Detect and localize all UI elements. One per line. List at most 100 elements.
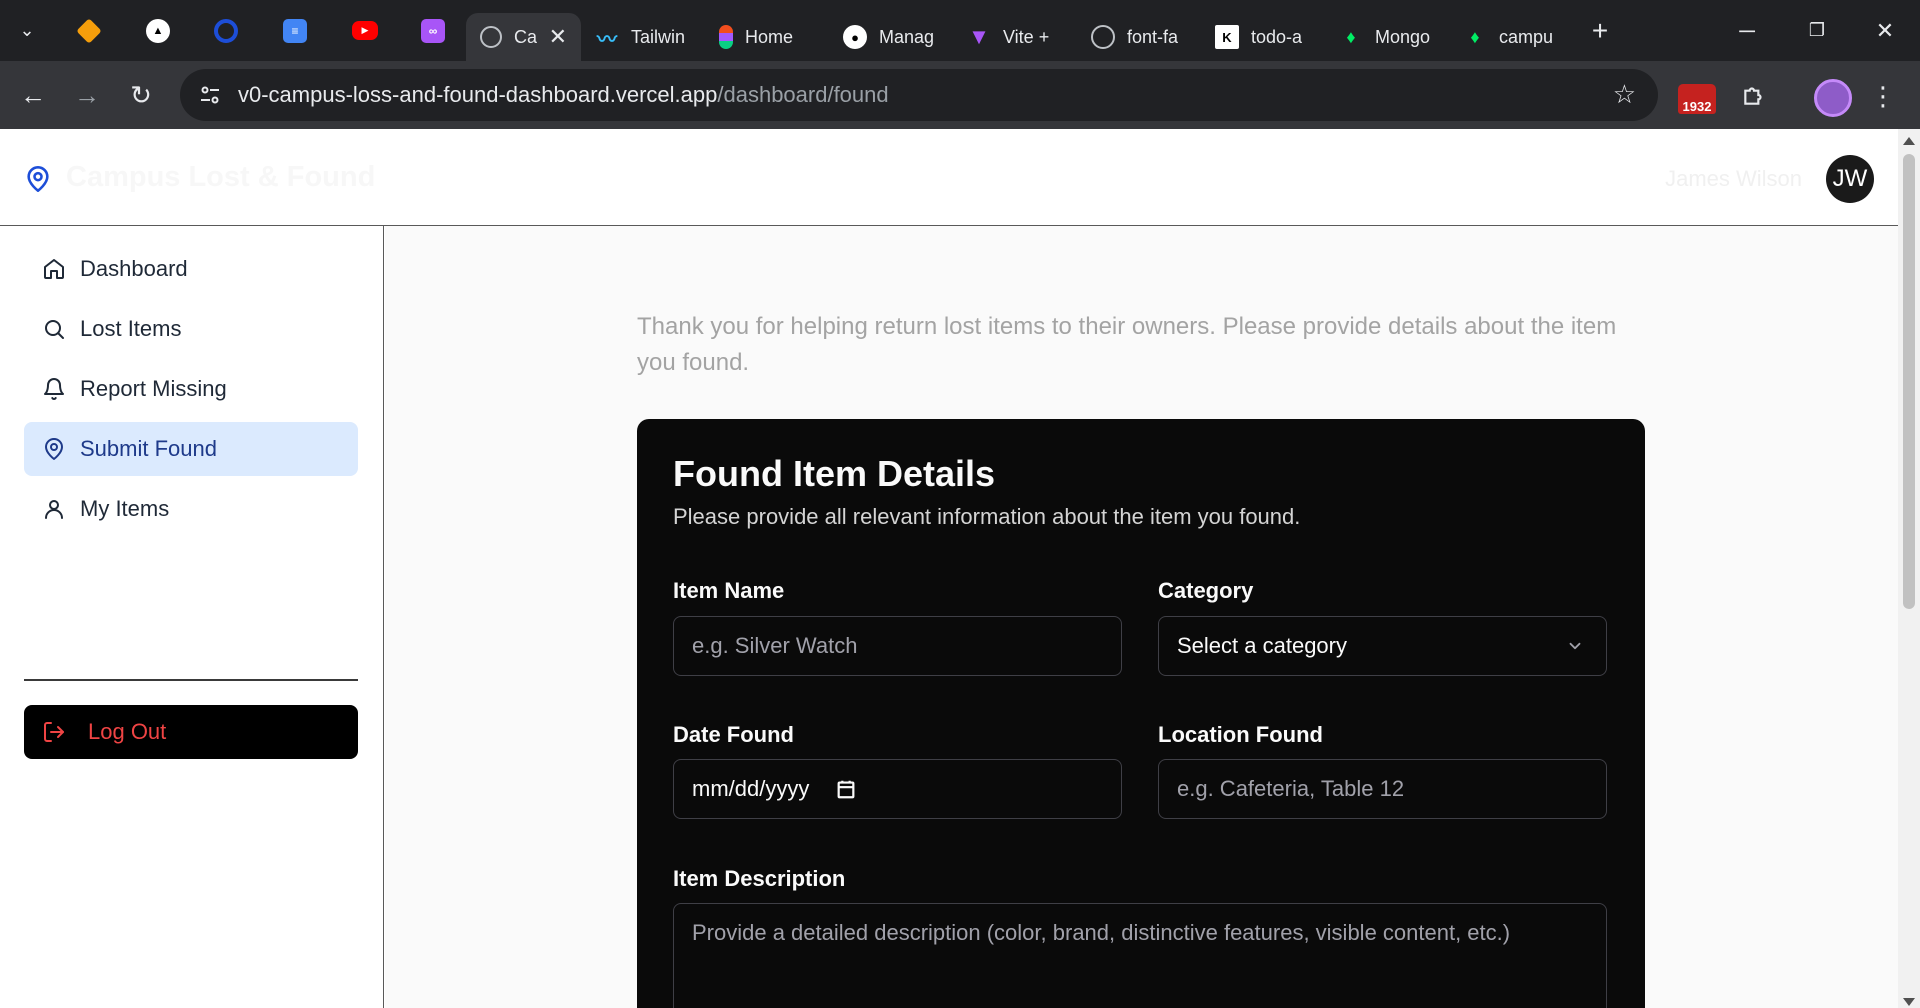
globe-icon	[480, 26, 502, 48]
date-found-label: Date Found	[673, 722, 794, 747]
sidebar-item-label: Lost Items	[80, 316, 182, 341]
address-host: v0-campus-loss-and-found-dashboard.verce…	[238, 82, 718, 107]
triangle-logo-icon: ▲	[146, 18, 170, 43]
google-docs-icon: ≡	[283, 18, 307, 43]
site-info-icon[interactable]	[196, 81, 224, 109]
calendar-icon[interactable]	[835, 778, 857, 800]
youtube-icon: ▶	[352, 21, 378, 40]
date-found-input[interactable]: mm/dd/yyyy	[673, 759, 1122, 819]
main-content: Thank you for helping return lost items …	[385, 226, 1898, 1008]
close-window-icon[interactable]: ✕	[1850, 0, 1920, 61]
pinned-tab[interactable]: ▶	[330, 0, 400, 61]
app-header: Campus Lost & Found James Wilson JW	[0, 129, 1898, 226]
found-item-form-card: Found Item Details Please provide all re…	[637, 419, 1645, 1008]
item-description-placeholder: Provide a detailed description (color, b…	[692, 920, 1511, 945]
mongodb-leaf-icon: ♦	[1346, 26, 1356, 47]
sidebar-item-my-items[interactable]: My Items	[24, 482, 358, 536]
extension-badge-icon[interactable]: 1932	[1674, 75, 1720, 115]
page-viewport: Campus Lost & Found James Wilson JW Dash…	[0, 129, 1898, 1008]
brand-title[interactable]: Campus Lost & Found	[66, 161, 375, 194]
card-title: Found Item Details	[673, 453, 996, 494]
location-found-label: Location Found	[1158, 722, 1323, 747]
pinned-tab[interactable]	[192, 0, 260, 61]
tab-label: campu	[1499, 26, 1554, 47]
sidebar: Dashboard Lost Items Report Missing Subm…	[0, 226, 384, 1008]
sidebar-item-report-missing[interactable]: Report Missing	[24, 362, 358, 416]
minimize-icon[interactable]: ─	[1712, 0, 1782, 61]
back-arrow-icon[interactable]: ←	[6, 68, 60, 122]
address-bar[interactable]: v0-campus-loss-and-found-dashboard.verce…	[180, 69, 1658, 121]
date-found-value: mm/dd/yyyy	[692, 776, 810, 801]
sidebar-item-submit-found[interactable]: Submit Found	[24, 422, 358, 476]
sidebar-item-lost-items[interactable]: Lost Items	[24, 302, 358, 356]
browser-menu-icon[interactable]: ⋮	[1870, 81, 1896, 111]
map-pin-icon	[27, 166, 49, 192]
category-selected-value: Select a category	[1177, 633, 1347, 658]
sidebar-item-label: Report Missing	[80, 376, 227, 401]
tab[interactable]: Ktodo-a	[1201, 13, 1325, 61]
bell-icon	[44, 378, 64, 400]
tab[interactable]: Home	[705, 13, 829, 61]
tab-active[interactable]: Ca ✕	[466, 13, 581, 61]
tab-label: Manag	[879, 26, 935, 47]
browser-tab-strip: ⌄ ▲ ≡ ▶ ∞ Ca ✕ 〰 Tailwin Home ● Manag ▼ Vit…	[0, 0, 1920, 61]
home-icon	[44, 259, 64, 279]
page-scrollbar[interactable]	[1898, 129, 1920, 1008]
tab[interactable]: ● Manag	[829, 13, 953, 61]
profile-avatar-icon[interactable]	[1814, 79, 1852, 117]
close-tab-icon[interactable]: ✕	[549, 24, 567, 50]
logout-icon	[44, 722, 64, 742]
scroll-up-arrow-icon[interactable]	[1903, 137, 1915, 145]
pinned-tab[interactable]: ∞	[400, 0, 466, 61]
figma-icon	[719, 25, 733, 49]
tab[interactable]: 〰 Tailwin	[581, 13, 705, 61]
scroll-down-arrow-icon[interactable]	[1903, 998, 1915, 1006]
user-icon	[45, 500, 63, 519]
tab-label: Vite +	[1003, 26, 1050, 47]
tab[interactable]: ▼ Vite +	[953, 13, 1077, 61]
item-name-input[interactable]: e.g. Silver Watch	[673, 616, 1122, 676]
tab[interactable]: ♦ campu	[1449, 13, 1573, 61]
user-name: James Wilson	[1665, 166, 1802, 191]
forward-arrow-icon[interactable]: →	[60, 68, 114, 122]
sidebar-item-dashboard[interactable]: Dashboard	[24, 242, 358, 296]
item-description-textarea[interactable]: Provide a detailed description (color, b…	[673, 903, 1607, 1008]
item-name-label: Item Name	[673, 578, 785, 603]
new-tab-button[interactable]: +	[1573, 0, 1627, 61]
location-found-input[interactable]: e.g. Cafeteria, Table 12	[1158, 759, 1607, 819]
font-awesome-icon	[1091, 25, 1115, 49]
restore-icon[interactable]: ❐	[1782, 0, 1852, 61]
tab-label: Ca	[514, 26, 538, 47]
tab[interactable]: ♦ Mongo	[1325, 13, 1449, 61]
extension-badge-count: 1932	[1678, 99, 1716, 114]
browser-toolbar: ← → ↻ v0-campus-loss-and-found-dashboard…	[0, 61, 1920, 129]
map-pin-icon	[45, 438, 63, 460]
reload-icon[interactable]: ↻	[114, 68, 168, 122]
sidebar-item-label: My Items	[80, 496, 170, 521]
bookmark-star-icon[interactable]: ☆	[1613, 79, 1636, 110]
logout-label: Log Out	[88, 719, 167, 744]
logout-button[interactable]: Log Out	[24, 705, 358, 759]
sidebar-item-label: Submit Found	[80, 436, 217, 461]
category-select[interactable]: Select a category	[1158, 616, 1607, 676]
k-logo-icon: K	[1215, 25, 1239, 49]
pinned-tab[interactable]: ≡	[260, 0, 330, 61]
scrollbar-thumb[interactable]	[1903, 154, 1915, 609]
tab-label: Tailwin	[631, 26, 686, 47]
tab-search-chevron-icon[interactable]: ⌄	[0, 0, 54, 61]
github-icon: ●	[843, 25, 867, 49]
avatar[interactable]: JW	[1826, 155, 1874, 203]
category-label: Category	[1158, 578, 1254, 603]
tab-label: font-fa	[1127, 26, 1179, 47]
pinned-tab[interactable]	[54, 0, 124, 61]
purple-app-icon: ∞	[421, 18, 445, 43]
intro-text: Thank you for helping return lost items …	[637, 313, 1617, 376]
tab-label: Mongo	[1375, 26, 1431, 47]
extensions-puzzle-icon[interactable]	[1734, 75, 1774, 115]
chevron-down-icon	[1569, 642, 1581, 650]
address-path: /dashboard/found	[717, 82, 889, 107]
pinned-tab[interactable]: ▲	[124, 0, 192, 61]
mongodb-leaf-icon: ♦	[1470, 26, 1480, 47]
search-icon	[45, 320, 64, 339]
tab[interactable]: font-fa	[1077, 13, 1201, 61]
